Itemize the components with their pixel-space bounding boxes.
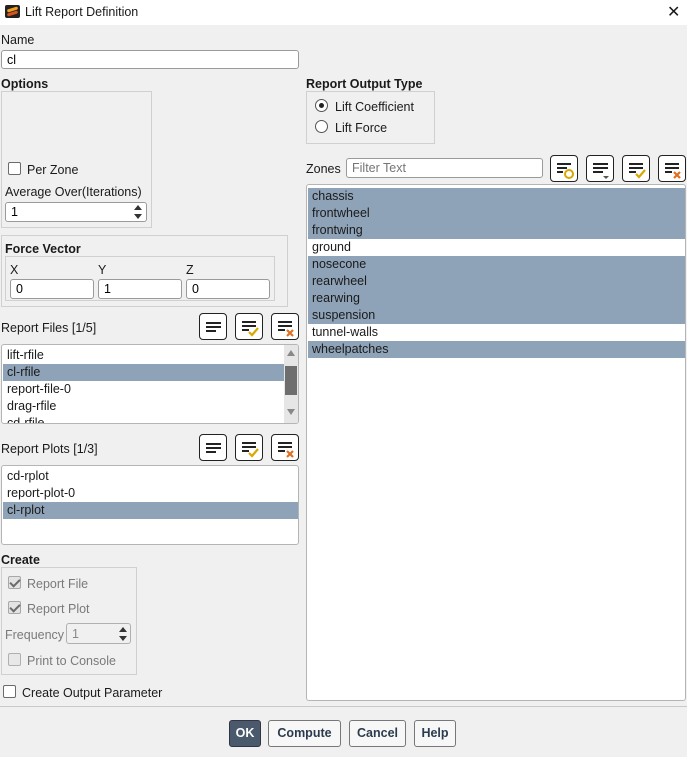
per-zone-checkbox[interactable] <box>8 162 21 175</box>
average-over-spin-arrows[interactable] <box>132 202 145 222</box>
zone-item[interactable]: wheelpatches <box>308 341 685 358</box>
per-zone-label: Per Zone <box>27 163 79 177</box>
report-plots-list[interactable]: cd-rplot report-plot-0 cl-rplot <box>1 465 299 545</box>
report-files-count: [1/5] <box>71 321 97 335</box>
report-plots-deselect-all-button[interactable] <box>271 434 299 461</box>
zones-select-filtered-button[interactable] <box>550 155 578 182</box>
zones-list[interactable]: chassis frontwheel frontwing ground nose… <box>306 184 686 701</box>
report-plot-label: Report Plot <box>27 602 90 616</box>
report-plots-select-all-button[interactable] <box>235 434 263 461</box>
report-plot-item[interactable]: report-plot-0 <box>3 485 298 502</box>
print-to-console-checkbox[interactable] <box>8 653 21 666</box>
ok-button[interactable]: OK <box>229 720 261 747</box>
filter-select-icon <box>557 163 574 179</box>
cancel-button[interactable]: Cancel <box>349 720 406 747</box>
average-over-label: Average Over(Iterations) <box>5 185 142 199</box>
report-plot-checkbox[interactable] <box>8 601 21 614</box>
z-label: Z <box>186 263 194 277</box>
deselect-all-icon <box>278 321 294 337</box>
zone-item[interactable]: suspension <box>308 307 685 324</box>
report-files-select-all-button[interactable] <box>235 313 263 340</box>
report-files-list[interactable]: lift-rfile cl-rfile report-file-0 drag-r… <box>1 344 299 424</box>
report-plots-title: Report Plots <box>1 442 70 456</box>
report-file-item[interactable]: report-file-0 <box>3 381 284 398</box>
report-plot-item[interactable]: cd-rplot <box>3 468 298 485</box>
report-file-checkbox[interactable] <box>8 576 21 589</box>
zones-select-all-button[interactable] <box>622 155 650 182</box>
frequency-spin-arrows[interactable] <box>117 624 130 644</box>
zone-item[interactable]: ground <box>308 239 685 256</box>
app-logo-icon <box>5 5 20 18</box>
report-output-type-heading: Report Output Type <box>306 77 423 91</box>
scroll-up-icon[interactable] <box>287 350 295 356</box>
zone-item[interactable]: frontwheel <box>308 205 685 222</box>
zone-item[interactable]: nosecone <box>308 256 685 273</box>
zone-item[interactable]: rearwheel <box>308 273 685 290</box>
zones-label: Zones <box>306 162 341 176</box>
report-files-deselect-all-button[interactable] <box>271 313 299 340</box>
options-heading: Options <box>1 77 49 91</box>
lift-force-label: Lift Force <box>335 121 388 135</box>
compute-button[interactable]: Compute <box>268 720 341 747</box>
footer-divider <box>0 706 687 707</box>
list-dropdown-icon <box>593 163 609 179</box>
zone-item[interactable]: rearwing <box>308 290 685 307</box>
report-plots-label: Report Plots [1/3] <box>1 442 98 456</box>
report-plots-count: [1/3] <box>73 442 98 456</box>
select-all-icon <box>629 163 646 179</box>
report-plots-list-button[interactable] <box>199 434 227 461</box>
y-label: Y <box>98 263 107 277</box>
zones-list-options-button[interactable] <box>586 155 614 182</box>
window-title: Lift Report Definition <box>25 5 139 19</box>
create-heading: Create <box>1 553 40 567</box>
scrollbar-thumb[interactable] <box>285 366 297 395</box>
report-files-label: Report Files [1/5] <box>1 321 96 335</box>
zones-filter-input[interactable] <box>346 158 543 178</box>
name-input[interactable] <box>1 50 299 69</box>
print-to-console-label: Print to Console <box>27 654 116 668</box>
report-plot-item[interactable]: cl-rplot <box>3 502 298 519</box>
create-output-parameter-label: Create Output Parameter <box>22 686 163 700</box>
zones-deselect-all-button[interactable] <box>658 155 686 182</box>
frequency-label: Frequency <box>5 628 65 642</box>
lift-force-radio[interactable] <box>315 120 328 133</box>
close-icon[interactable]: ✕ <box>667 2 680 22</box>
report-output-type-group <box>306 91 435 144</box>
report-files-title: Report Files <box>1 321 69 335</box>
lift-coefficient-radio[interactable] <box>315 99 328 112</box>
deselect-all-icon <box>278 442 294 458</box>
select-all-icon <box>242 442 259 458</box>
select-all-icon <box>242 321 259 337</box>
list-icon <box>206 443 221 453</box>
y-input[interactable] <box>98 279 182 299</box>
z-input[interactable] <box>186 279 270 299</box>
create-output-parameter-checkbox[interactable] <box>3 685 16 698</box>
report-files-list-button[interactable] <box>199 313 227 340</box>
report-file-item[interactable]: cl-rfile <box>3 364 284 381</box>
report-files-scrollbar[interactable] <box>284 345 298 423</box>
x-label: X <box>10 263 19 277</box>
report-file-item[interactable]: lift-rfile <box>3 347 284 364</box>
force-vector-heading: Force Vector <box>5 242 81 256</box>
name-label: Name <box>1 33 35 47</box>
report-file-item[interactable]: cd-rfile <box>3 415 284 423</box>
zone-item[interactable]: frontwing <box>308 222 685 239</box>
lift-coefficient-label: Lift Coefficient <box>335 100 414 114</box>
zone-item[interactable]: chassis <box>308 188 685 205</box>
average-over-stepper[interactable] <box>5 202 147 222</box>
list-icon <box>206 322 221 332</box>
deselect-all-icon <box>665 163 681 179</box>
help-button[interactable]: Help <box>414 720 456 747</box>
scroll-down-icon[interactable] <box>287 409 295 415</box>
report-file-label: Report File <box>27 577 89 591</box>
zone-item[interactable]: tunnel-walls <box>308 324 685 341</box>
x-input[interactable] <box>10 279 94 299</box>
title-bar: Lift Report Definition ✕ <box>0 0 687 25</box>
report-file-item[interactable]: drag-rfile <box>3 398 284 415</box>
